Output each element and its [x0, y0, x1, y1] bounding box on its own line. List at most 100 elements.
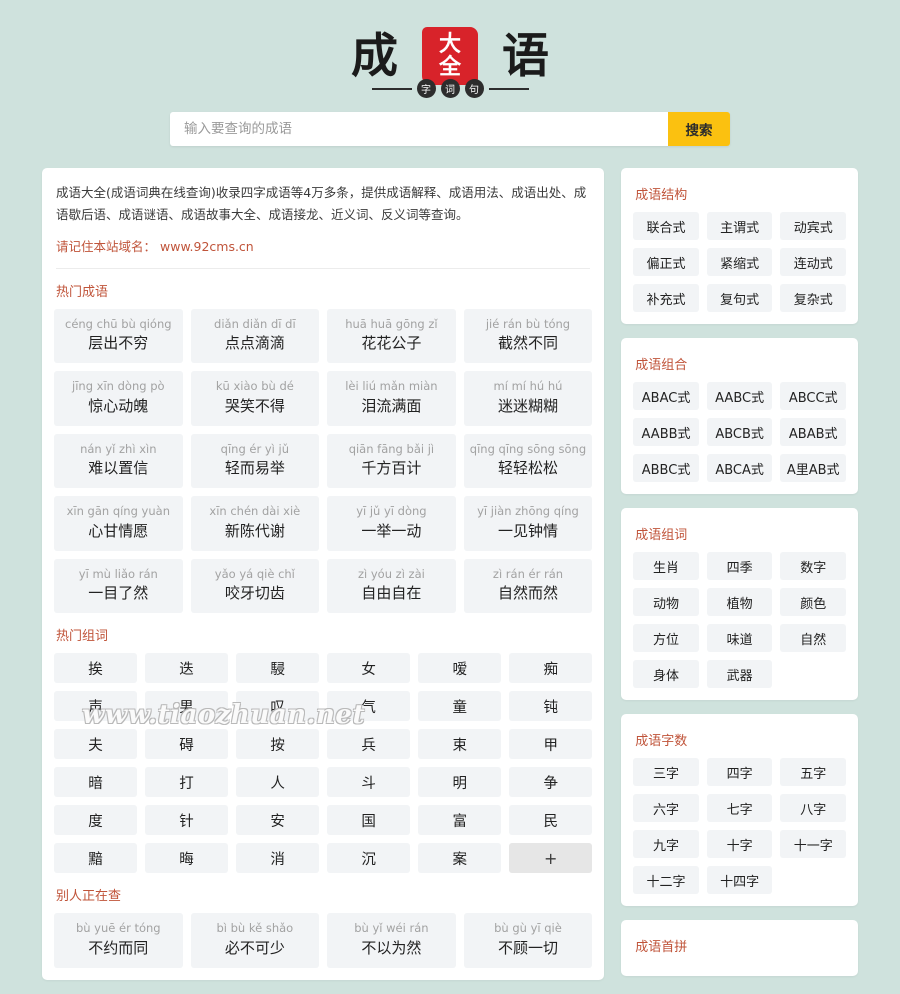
charcount-tag[interactable]: 十二字	[633, 866, 699, 894]
wordgroup-tag[interactable]: 生肖	[633, 552, 699, 580]
char-cell[interactable]: 民	[509, 805, 593, 836]
idiom-cell[interactable]: jīng xīn dòng pò 惊心动魄	[54, 371, 183, 426]
wordgroup-tag[interactable]: 数字	[780, 552, 846, 580]
idiom-cell[interactable]: bì bù kě shǎo 必不可少	[190, 913, 320, 968]
char-cell[interactable]: 国	[327, 805, 411, 836]
char-cell[interactable]: 痴	[509, 653, 593, 684]
idiom-cell[interactable]: diǎn diǎn dī dī 点点滴滴	[190, 308, 320, 364]
charcount-tag[interactable]: 三字	[633, 758, 699, 786]
char-cell[interactable]: 人	[236, 767, 320, 798]
char-cell[interactable]: 甲	[509, 729, 593, 760]
char-cell[interactable]: 打	[145, 767, 229, 798]
structure-tag[interactable]: 连动式	[780, 248, 846, 276]
structure-tag[interactable]: 复句式	[706, 284, 773, 312]
idiom-cell[interactable]: qiān fāng bǎi jì 千方百计	[327, 433, 456, 489]
idiom-cell[interactable]: nán yǐ zhì xìn 难以置信	[54, 433, 183, 489]
char-cell[interactable]: 明	[418, 767, 502, 798]
char-cell[interactable]: 夫	[54, 729, 138, 760]
char-cell[interactable]: 迭	[145, 653, 229, 684]
char-cell[interactable]: 童	[418, 691, 502, 722]
search-button[interactable]: 搜索	[668, 112, 730, 146]
idiom-cell[interactable]: yī mù liǎo rán 一目了然	[54, 558, 183, 614]
char-cell[interactable]: 气	[327, 691, 411, 722]
char-cell[interactable]: 束	[418, 729, 502, 760]
char-cell[interactable]: 挨	[54, 653, 138, 684]
wordgroup-tag[interactable]: 植物	[706, 588, 773, 616]
wordgroup-tag[interactable]: 颜色	[780, 588, 846, 616]
idiom-cell[interactable]: huā huā gōng zǐ 花花公子	[327, 308, 456, 364]
structure-tag[interactable]: 主谓式	[706, 212, 773, 240]
char-cell[interactable]: 声	[54, 691, 138, 722]
char-cell[interactable]: 按	[236, 729, 320, 760]
char-cell[interactable]: 度	[54, 805, 138, 836]
char-cell[interactable]: 碍	[145, 729, 229, 760]
charcount-tag[interactable]: 五字	[780, 758, 846, 786]
structure-tag[interactable]: 紧缩式	[706, 248, 773, 276]
charcount-tag[interactable]: 四字	[706, 758, 773, 786]
combination-tag[interactable]: ABAC式	[633, 382, 699, 410]
char-cell[interactable]: 安	[236, 805, 320, 836]
structure-tag[interactable]: 补充式	[633, 284, 699, 312]
idiom-cell[interactable]: qīng qīng sōng sōng 轻轻松松	[463, 433, 593, 489]
charcount-tag[interactable]: 八字	[780, 794, 846, 822]
combination-tag[interactable]: ABCA式	[706, 454, 773, 482]
charcount-tag[interactable]: 十字	[706, 830, 773, 858]
idiom-cell[interactable]: bù yǐ wéi rán 不以为然	[327, 913, 456, 968]
charcount-tag[interactable]: 六字	[633, 794, 699, 822]
char-cell[interactable]: 沉	[327, 843, 411, 874]
idiom-cell[interactable]: qīng ér yì jǔ 轻而易举	[190, 433, 320, 489]
wordgroup-tag[interactable]: 四季	[706, 552, 773, 580]
charcount-tag[interactable]: 九字	[633, 830, 699, 858]
char-cell[interactable]: 争	[509, 767, 593, 798]
wordgroup-tag[interactable]: 味道	[706, 624, 773, 652]
combination-tag[interactable]: AABB式	[633, 418, 699, 446]
more-button[interactable]: +	[509, 843, 593, 874]
idiom-cell[interactable]: yī jiàn zhōng qíng 一见钟情	[463, 496, 593, 551]
char-cell[interactable]: 案	[418, 843, 502, 874]
wordgroup-tag[interactable]: 动物	[633, 588, 699, 616]
idiom-cell[interactable]: lèi liú mǎn miàn 泪流满面	[327, 371, 456, 426]
idiom-cell[interactable]: jié rán bù tóng 截然不同	[463, 308, 593, 364]
combination-tag[interactable]: ABBC式	[633, 454, 699, 482]
idiom-cell[interactable]: zì yóu zì zài 自由自在	[327, 558, 456, 614]
char-cell[interactable]: 钝	[509, 691, 593, 722]
idiom-cell[interactable]: yǎo yá qiè chǐ 咬牙切齿	[190, 558, 320, 614]
idiom-cell[interactable]: yī jǔ yī dòng 一举一动	[327, 496, 456, 551]
wordgroup-tag[interactable]: 自然	[780, 624, 846, 652]
idiom-cell[interactable]: xīn gān qíng yuàn 心甘情愿	[54, 496, 183, 551]
wordgroup-tag[interactable]: 身体	[633, 660, 699, 688]
char-cell[interactable]: 黯	[54, 843, 138, 874]
char-cell[interactable]: 叹	[236, 691, 320, 722]
idiom-cell[interactable]: zì rán ér rán 自然而然	[463, 558, 593, 614]
combination-tag[interactable]: AABC式	[706, 382, 773, 410]
idiom-cell[interactable]: céng chū bù qióng 层出不穷	[54, 308, 183, 364]
combination-tag[interactable]: ABCB式	[706, 418, 773, 446]
char-cell[interactable]: 暗	[54, 767, 138, 798]
charcount-tag[interactable]: 十一字	[780, 830, 846, 858]
char-cell[interactable]: 富	[418, 805, 502, 836]
char-cell[interactable]: 嗳	[418, 653, 502, 684]
combination-tag[interactable]: A里AB式	[780, 454, 846, 482]
char-cell[interactable]: 兵	[327, 729, 411, 760]
structure-tag[interactable]: 偏正式	[633, 248, 699, 276]
combination-tag[interactable]: ABCC式	[780, 382, 846, 410]
char-cell[interactable]: 駸	[236, 653, 320, 684]
search-input[interactable]	[170, 112, 668, 146]
char-cell[interactable]: 针	[145, 805, 229, 836]
combination-tag[interactable]: ABAB式	[780, 418, 846, 446]
idiom-cell[interactable]: bù gù yī qiè 不顾一切	[463, 913, 593, 968]
charcount-tag[interactable]: 七字	[706, 794, 773, 822]
idiom-cell[interactable]: bù yuē ér tóng 不约而同	[54, 913, 183, 968]
structure-tag[interactable]: 复杂式	[780, 284, 846, 312]
structure-tag[interactable]: 动宾式	[780, 212, 846, 240]
charcount-tag[interactable]: 十四字	[706, 866, 773, 894]
idiom-cell[interactable]: mí mí hú hú 迷迷糊糊	[463, 371, 593, 426]
idiom-cell[interactable]: xīn chén dài xiè 新陈代谢	[190, 496, 320, 551]
char-cell[interactable]: 女	[327, 653, 411, 684]
char-cell[interactable]: 斗	[327, 767, 411, 798]
structure-tag[interactable]: 联合式	[633, 212, 699, 240]
char-cell[interactable]: 消	[236, 843, 320, 874]
domain-link[interactable]: www.92cms.cn	[160, 239, 254, 254]
wordgroup-tag[interactable]: 武器	[706, 660, 773, 688]
char-cell[interactable]: 男	[145, 691, 229, 722]
